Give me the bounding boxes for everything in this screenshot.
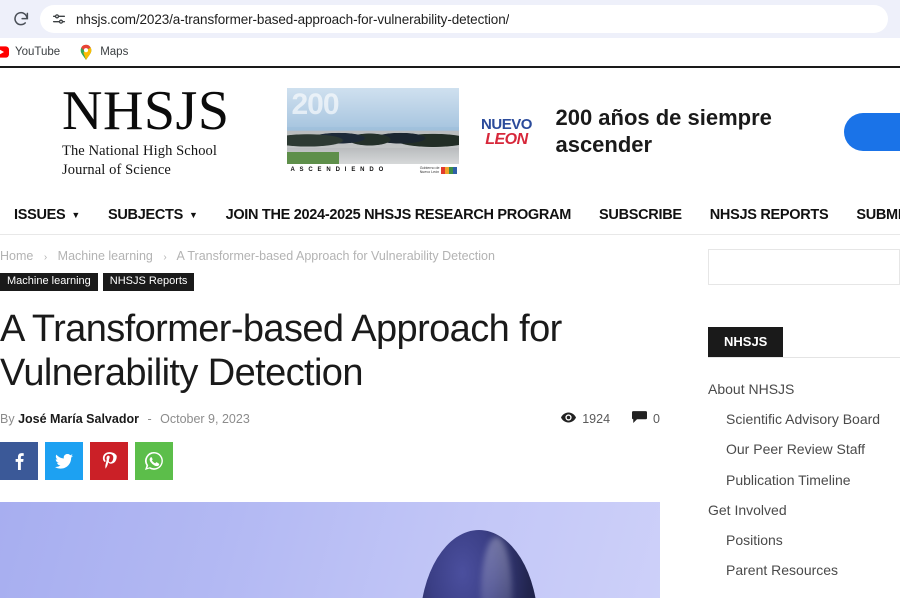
google-maps-pin-icon [78,44,94,60]
share-whatsapp-button[interactable] [135,442,173,481]
social-share-buttons [0,442,668,481]
nav-label: SUBMIT YOUR RESEARCH [856,207,900,223]
nav-item-issues[interactable]: ISSUES ▼ [14,207,80,223]
comment-count: 0 [632,411,660,426]
nav-item-subjects[interactable]: SUBJECTS ▼ [108,207,198,223]
badge-machine-learning[interactable]: Machine learning [0,273,98,291]
author-name[interactable]: José María Salvador [18,412,139,426]
page-title: A Transformer-based Approach for Vulnera… [0,308,562,395]
nav-item-subscribe[interactable]: SUBSCRIBE [599,207,682,223]
bookmarks-bar: YouTube Maps [0,38,900,68]
breadcrumb: Home › Machine learning › A Transformer-… [0,249,668,263]
byline-dash: - [147,411,152,426]
ad-gov-text: Gobierno de Nuevo León [420,166,440,174]
nav-item-nhsjs-reports[interactable]: NHSJS REPORTS [710,207,829,223]
ad-cta-button[interactable] [844,113,900,151]
publish-date: October 9, 2023 [160,411,250,426]
url-text: nhsjs.com/2023/a-transformer-based-appro… [76,11,510,27]
site-masthead: NHSJS The National High School Journal o… [0,68,900,196]
bookmark-maps[interactable]: Maps [78,40,136,64]
site-logo[interactable]: NHSJS The National High School Journal o… [62,80,230,178]
sidebar: NHSJS About NHSJS Scientific Advisory Bo… [690,249,900,598]
logo-tagline-line1: The National High School [62,143,218,160]
chevron-down-icon: ▼ [188,209,198,220]
breadcrumb-category[interactable]: Machine learning [58,249,153,263]
ad-footer-strip: A S C E N D I E N D O Gobierno de Nuevo … [287,164,460,176]
ad-brand-logo: NUEVO LEON [475,117,537,148]
content-area: Home › Machine learning › A Transformer-… [0,235,900,598]
ad-brand-line2: LEON [485,130,528,148]
share-pinterest-button[interactable] [90,442,128,481]
youtube-icon [0,44,9,60]
share-facebook-button[interactable] [0,442,38,481]
logo-tagline: The National High School Journal of Scie… [62,142,229,178]
sidebar-item-scientific-advisory-board[interactable]: Scientific Advisory Board [708,404,900,434]
article-meta: By José María Salvador - October 9, 2023 [0,411,668,426]
main-navigation: ISSUES ▼ SUBJECTS ▼ JOIN THE 2024-2025 N… [0,196,900,234]
advertisement-banner[interactable]: 200 A S C E N D I E N D O Gobierno de Nu… [287,82,900,182]
featured-image-shape [420,530,538,598]
share-twitter-button[interactable] [45,442,83,481]
nav-label: SUBSCRIBE [599,207,682,223]
reload-icon[interactable] [10,8,32,30]
nav-label: NHSJS REPORTS [709,207,829,223]
ad-color-swatch [441,166,458,174]
category-badges: Machine learning NHSJS Reports [0,273,668,291]
eye-icon [561,412,577,426]
sidebar-item-positions[interactable]: Positions [708,525,900,555]
search-input[interactable] [708,249,900,285]
ad-gov-line2: Nuevo León [419,170,440,174]
view-count-value: 1924 [582,411,611,426]
sidebar-item-publication-timeline[interactable]: Publication Timeline [708,465,900,495]
breadcrumb-separator: › [43,252,48,263]
bookmark-youtube[interactable]: YouTube [0,40,68,64]
meta-stats: 1924 0 [561,411,660,426]
sidebar-item-parent-resources[interactable]: Parent Resources [708,555,900,585]
nav-label: SUBJECTS [108,207,183,223]
page-viewport: NHSJS The National High School Journal o… [0,68,900,598]
ad-strip-logos: Gobierno de Nuevo León [420,166,458,174]
logo-tagline-line2: Journal of Science [62,161,171,178]
breadcrumb-home[interactable]: Home [0,249,33,263]
browser-toolbar: nhsjs.com/2023/a-transformer-based-appro… [0,0,900,38]
sidebar-item-about-nhsjs[interactable]: About NHSJS [708,374,900,404]
article-column: Home › Machine learning › A Transformer-… [0,249,690,598]
nav-item-submit-research[interactable]: SUBMIT YOUR RESEARCH [856,207,900,223]
bookmark-label: Maps [100,46,129,58]
ad-strip-text: A S C E N D I E N D O [290,167,385,173]
chevron-down-icon: ▼ [71,209,80,220]
bookmark-label: YouTube [15,46,61,58]
byline-prefix: By [0,411,15,426]
breadcrumb-current: A Transformer-based Approach for Vulnera… [176,249,495,263]
comment-count-value: 0 [653,411,660,426]
ad-image: 200 A S C E N D I E N D O Gobierno de Nu… [287,88,460,176]
ad-grass [287,152,340,164]
byline: By José María Salvador - October 9, 2023 [0,412,250,426]
logo-wordmark: NHSJS [62,80,230,143]
breadcrumb-separator: › [163,252,167,263]
ad-headline: 200 años de siempre ascender [555,105,772,157]
address-bar[interactable]: nhsjs.com/2023/a-transformer-based-appro… [40,5,888,33]
badge-nhsjs-reports[interactable]: NHSJS Reports [102,273,195,291]
sidebar-item-get-involved[interactable]: Get Involved [708,495,900,525]
widget-tab-nhsjs[interactable]: NHSJS [708,327,784,357]
sidebar-item-our-peer-review-staff[interactable]: Our Peer Review Staff [708,434,900,464]
sidebar-widget-header: NHSJS [708,327,900,358]
ad-brand-line1: NUEVO [481,115,532,133]
nav-label: ISSUES [14,207,66,223]
site-settings-icon[interactable] [50,11,67,28]
nav-item-research-program[interactable]: JOIN THE 2024-2025 NHSJS RESEARCH PROGRA… [225,207,572,223]
sidebar-menu: About NHSJS Scientific Advisory Board Ou… [708,374,900,585]
comment-icon [632,411,648,426]
nav-label: JOIN THE 2024-2025 NHSJS RESEARCH PROGRA… [225,207,572,223]
view-count: 1924 [561,412,610,426]
featured-image [0,502,660,598]
